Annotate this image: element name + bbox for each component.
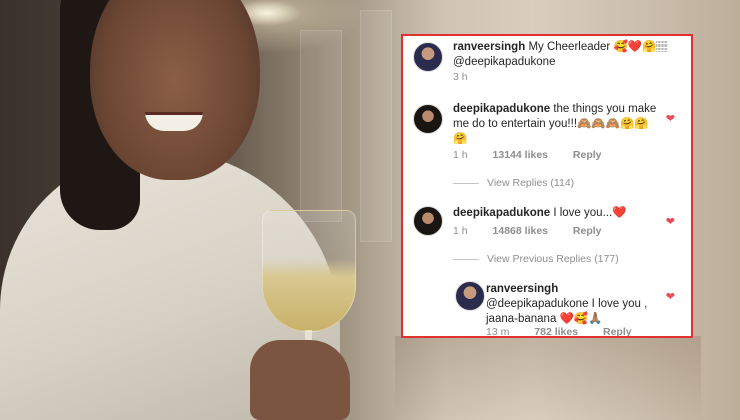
view-previous-replies[interactable]: View Previous Replies (177) [453, 253, 619, 265]
divider [453, 182, 479, 184]
person-hand [250, 340, 350, 420]
heart-icon[interactable]: ❤ [666, 112, 675, 125]
view-previous-label[interactable]: View Previous Replies (177) [487, 253, 619, 265]
avatar[interactable] [413, 42, 443, 72]
reply-comment: ranveersingh @deepikapadukone I love you… [486, 282, 656, 327]
comment-likes[interactable]: 13144 likes [493, 149, 548, 161]
view-replies[interactable]: View Replies (114) [453, 177, 574, 189]
comment-username[interactable]: deepikapadukone [453, 207, 550, 219]
comment-username[interactable]: ranveersingh [453, 41, 525, 53]
reply-button[interactable]: Reply [573, 149, 602, 161]
heart-icon[interactable]: ❤ [666, 290, 675, 303]
comment-time: 1 h [453, 225, 468, 237]
wall-panel [360, 10, 392, 242]
comment-time: 3 h [453, 71, 468, 83]
comment-time: 13 m [486, 326, 510, 338]
card-shadow [395, 336, 701, 420]
divider [453, 258, 479, 260]
comment-username[interactable]: ranveersingh [486, 283, 558, 295]
comment-text: My Cheerleader 🥰❤️🤗🏽 [528, 41, 668, 53]
comment-time: 1 h [453, 149, 468, 161]
comment-meta: 13 m 782 likes Reply [486, 326, 654, 338]
comment-mention[interactable]: @deepikapadukone [453, 56, 555, 68]
wine-glass [262, 210, 356, 332]
comment-username[interactable]: deepikapadukone [453, 103, 550, 115]
comment-likes[interactable]: 782 likes [534, 326, 578, 336]
reply-button[interactable]: Reply [603, 326, 632, 336]
avatar[interactable] [413, 104, 443, 134]
heart-icon[interactable]: ❤ [666, 215, 675, 228]
comment-likes[interactable]: 14868 likes [493, 225, 548, 237]
comment-meta: 3 h [453, 71, 490, 83]
comment-meta: 1 h 14868 likes Reply [453, 225, 624, 237]
comment: deepikapadukone the things you make me d… [453, 102, 658, 147]
reply-button[interactable]: Reply [573, 225, 602, 237]
comment-meta: 1 h 13144 likes Reply [453, 149, 624, 161]
avatar[interactable] [455, 281, 485, 311]
comment-caption: ranveersingh My Cheerleader 🥰❤️🤗🏽 @deepi… [453, 40, 678, 70]
comment-text: I love you...❤️ [553, 207, 627, 219]
comment-text: @deepikapadukone I love you , jaana-bana… [486, 298, 648, 325]
view-replies-label[interactable]: View Replies (114) [487, 177, 574, 189]
comments-card: ranveersingh My Cheerleader 🥰❤️🤗🏽 @deepi… [401, 34, 693, 338]
wall-panel [300, 30, 342, 222]
comment: deepikapadukone I love you...❤️ [453, 206, 658, 221]
avatar[interactable] [413, 206, 443, 236]
person-head [90, 0, 260, 180]
